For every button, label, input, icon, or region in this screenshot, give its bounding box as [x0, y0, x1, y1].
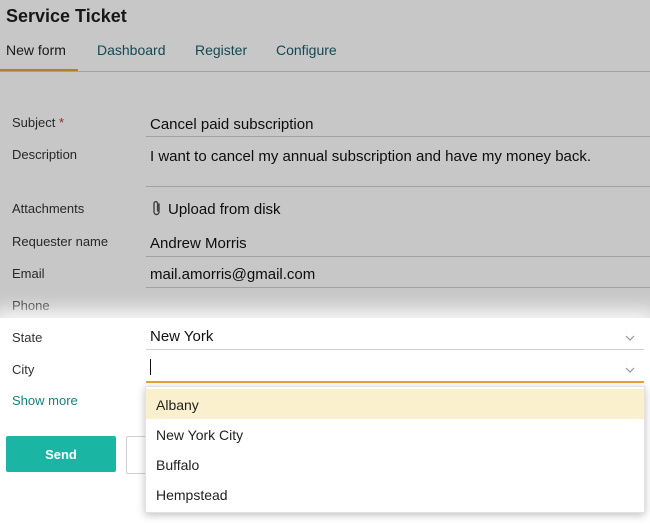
chevron-down-icon[interactable]	[624, 332, 636, 344]
city-label: City	[12, 362, 35, 377]
email-label: Email	[12, 266, 45, 281]
description-label: Description	[12, 147, 78, 162]
description-divider	[146, 186, 650, 187]
city-option-buffalo[interactable]: Buffalo	[146, 449, 644, 479]
city-option-new-york-city[interactable]: New York City	[146, 419, 644, 449]
subject-field[interactable]: Cancel paid subscription	[150, 116, 313, 133]
city-dropdown: Albany New York City Buffalo Hempstead	[145, 386, 645, 513]
requester-name-divider	[146, 256, 650, 257]
upload-from-disk-button[interactable]: Upload from disk	[150, 200, 281, 218]
phone-label: Phone	[12, 298, 50, 313]
option-label: Albany	[156, 397, 199, 413]
text-cursor	[150, 359, 151, 375]
chevron-down-icon[interactable]	[624, 364, 636, 376]
show-more-link[interactable]: Show more	[12, 393, 78, 408]
option-label: Buffalo	[156, 457, 200, 473]
upload-label: Upload from disk	[168, 201, 281, 218]
tab-bar: New form Dashboard Register Configure	[0, 36, 650, 72]
requester-name-field[interactable]: Andrew Morris	[150, 235, 247, 252]
paperclip-icon	[153, 201, 160, 216]
subject-divider	[146, 136, 650, 137]
option-label: Hempstead	[156, 487, 228, 503]
city-focus-underline	[146, 381, 644, 383]
send-button[interactable]: Send	[6, 436, 116, 472]
state-divider	[146, 349, 644, 350]
tab-register[interactable]: Register	[195, 42, 247, 58]
page-title: Service Ticket	[6, 6, 127, 26]
requester-name-label: Requester name	[12, 234, 109, 249]
service-ticket-app: Service Ticket New form Dashboard Regist…	[0, 0, 650, 525]
attachments-label: Attachments	[12, 201, 85, 216]
subject-label-text: Subject	[12, 115, 56, 130]
active-tab-indicator	[0, 69, 78, 71]
subject-label: Subject *	[12, 115, 64, 130]
email-divider	[146, 287, 650, 288]
state-select[interactable]: New York	[150, 328, 213, 345]
required-marker: *	[59, 115, 65, 130]
option-label: New York City	[156, 427, 244, 443]
city-option-hempstead[interactable]: Hempstead	[146, 479, 644, 509]
email-field[interactable]: mail.amorris@gmail.com	[150, 266, 315, 283]
tab-new-form[interactable]: New form	[6, 42, 66, 58]
tab-dashboard[interactable]: Dashboard	[97, 42, 166, 58]
city-option-albany[interactable]: Albany	[146, 389, 644, 419]
state-label: State	[12, 330, 43, 345]
description-field[interactable]: I want to cancel my annual subscription …	[150, 148, 591, 165]
tab-configure[interactable]: Configure	[276, 42, 337, 58]
